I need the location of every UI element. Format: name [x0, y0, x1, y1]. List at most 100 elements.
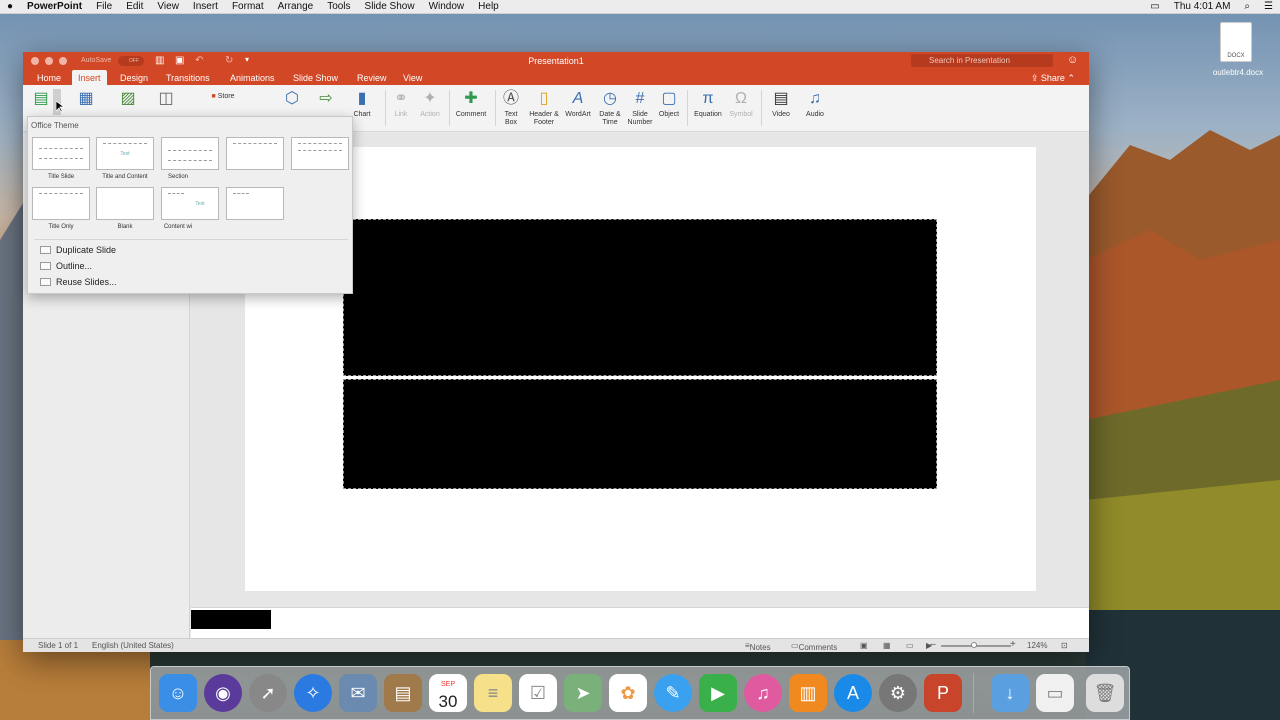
text-box-button[interactable]: Ⓐ Text Box	[499, 89, 523, 127]
zoom-slider-thumb[interactable]	[971, 642, 977, 648]
ribbon-separator	[385, 90, 386, 126]
layout-title-slide[interactable]	[32, 137, 90, 170]
symbol-button[interactable]: Ω Symbol	[727, 89, 755, 119]
system-preferences-icon[interactable]: ⚙	[879, 674, 917, 712]
messages-icon[interactable]: ✎	[654, 674, 692, 712]
desktop-file-label[interactable]: outlebtr4.docx	[1198, 68, 1278, 77]
menu-window[interactable]: Window	[429, 1, 465, 12]
tab-slide-show[interactable]: Slide Show	[293, 73, 338, 83]
desktop-file-icon[interactable]: DOCX	[1220, 22, 1252, 62]
app-store-icon[interactable]: A	[834, 674, 872, 712]
shapes-button[interactable]: ⬡	[279, 89, 305, 111]
menu-file[interactable]: File	[96, 1, 112, 12]
reuse-slides-item[interactable]: Reuse Slides...	[40, 277, 117, 287]
siri-icon[interactable]: ◉	[204, 674, 242, 712]
downloads-folder-icon[interactable]: ↓	[991, 674, 1029, 712]
audio-button[interactable]: ♫ Audio	[801, 89, 829, 119]
menu-format[interactable]: Format	[232, 1, 264, 12]
reminders-icon[interactable]: ☑	[519, 674, 557, 712]
tab-animations[interactable]: Animations	[230, 73, 275, 83]
fit-to-window-icon[interactable]: ⊡	[1061, 641, 1068, 650]
contacts-icon[interactable]: ▤	[384, 674, 422, 712]
comment-button[interactable]: ✚ Comment	[453, 89, 489, 119]
smartart-button[interactable]: ⇨	[313, 89, 339, 111]
comments-toggle[interactable]: ▭ Comments	[791, 641, 837, 652]
new-slide-button[interactable]: ▤	[29, 89, 53, 111]
finder-icon[interactable]: ☺	[159, 674, 197, 712]
tab-design[interactable]: Design	[120, 73, 148, 83]
notes-app-icon[interactable]: ≡	[474, 674, 512, 712]
tab-home[interactable]: Home	[37, 73, 61, 83]
tab-insert[interactable]: Insert	[72, 70, 107, 85]
layout-title-only[interactable]	[32, 187, 90, 220]
pictures-button[interactable]: ▨	[115, 89, 141, 111]
notes-pane[interactable]	[191, 607, 1089, 638]
menu-arrange[interactable]: Arrange	[278, 1, 314, 12]
calendar-icon[interactable]: SEP 30	[429, 674, 467, 712]
date-time-button[interactable]: ◷ Date & Time	[595, 89, 625, 127]
trash-icon[interactable]: 🗑	[1086, 674, 1124, 712]
apple-menu-icon[interactable]: ●	[7, 1, 13, 12]
language[interactable]: English (United States)	[92, 641, 174, 650]
notes-toggle[interactable]: ≡ Notes	[745, 641, 771, 652]
display-icon[interactable]: ▭	[1150, 1, 1159, 12]
app-menu[interactable]: PowerPoint	[27, 1, 82, 12]
layout-picture-with-caption[interactable]	[226, 187, 284, 220]
header-footer-button[interactable]: ▯ Header & Footer	[526, 89, 562, 127]
equation-button[interactable]: π Equation	[691, 89, 725, 119]
menu-slide-show[interactable]: Slide Show	[365, 1, 415, 12]
action-button[interactable]: ✦ Action	[417, 89, 443, 119]
layout-section-header[interactable]	[161, 137, 219, 170]
tab-review[interactable]: Review	[357, 73, 387, 83]
menu-view[interactable]: View	[157, 1, 179, 12]
maps-icon[interactable]: ➤	[564, 674, 602, 712]
chart-button[interactable]: ▮ Chart	[349, 89, 375, 119]
zoom-out-button[interactable]: –	[930, 639, 936, 650]
slide-sorter-icon[interactable]: ▦	[883, 641, 891, 650]
layout-title-and-content[interactable]: Text	[96, 137, 154, 170]
mail-icon[interactable]: ✉	[339, 674, 377, 712]
video-button[interactable]: ▤ Video	[767, 89, 795, 119]
ibooks-icon[interactable]: ▥	[789, 674, 827, 712]
reuse-slides-icon	[40, 278, 51, 286]
clock[interactable]: Thu 4:01 AM	[1174, 1, 1231, 12]
zoom-in-button[interactable]: +	[1010, 639, 1016, 650]
subtitle-placeholder[interactable]	[343, 379, 937, 489]
slide-number-button[interactable]: # Slide Number	[625, 89, 655, 127]
slide-canvas[interactable]	[245, 147, 1036, 591]
zoom-level[interactable]: 124%	[1027, 641, 1047, 650]
link-button[interactable]: ⚭ Link	[389, 89, 413, 119]
store-button[interactable]: ■ Store	[203, 93, 243, 101]
photos-icon[interactable]: ✿	[609, 674, 647, 712]
launchpad-icon[interactable]: ➚	[249, 674, 287, 712]
layout-blank[interactable]	[96, 187, 154, 220]
menu-tools[interactable]: Tools	[327, 1, 350, 12]
object-button[interactable]: ▢ Object	[655, 89, 683, 119]
layout-comparison[interactable]	[291, 137, 349, 170]
screenshot-button[interactable]: ◫	[153, 89, 179, 111]
recent-document-icon[interactable]: ▭	[1036, 674, 1074, 712]
spotlight-icon[interactable]: ⌕	[1244, 1, 1250, 12]
title-placeholder[interactable]	[343, 219, 937, 376]
safari-icon[interactable]: ✧	[294, 674, 332, 712]
reading-view-icon[interactable]: ▭	[906, 641, 914, 650]
smiley-feedback-icon[interactable]: ☺	[1067, 54, 1078, 66]
normal-view-icon[interactable]: ▣	[860, 641, 868, 650]
search-input[interactable]: Search in Presentation	[911, 54, 1053, 67]
menu-edit[interactable]: Edit	[126, 1, 143, 12]
table-button[interactable]: ▦	[73, 89, 99, 111]
wordart-button[interactable]: A WordArt	[563, 89, 593, 119]
layout-content-with-caption[interactable]: Text	[161, 187, 219, 220]
menu-insert[interactable]: Insert	[193, 1, 218, 12]
tab-view[interactable]: View	[403, 73, 422, 83]
itunes-icon[interactable]: ♫	[744, 674, 782, 712]
notification-center-icon[interactable]: ☰	[1264, 1, 1273, 12]
facetime-icon[interactable]: ▶	[699, 674, 737, 712]
layout-two-content[interactable]	[226, 137, 284, 170]
powerpoint-icon[interactable]: P	[924, 674, 962, 712]
duplicate-slide-item[interactable]: Duplicate Slide	[40, 245, 116, 255]
tab-transitions[interactable]: Transitions	[166, 73, 210, 83]
menu-help[interactable]: Help	[478, 1, 499, 12]
share-button[interactable]: ⇪ Share ⌃	[1031, 73, 1075, 84]
outline-item[interactable]: Outline...	[40, 261, 92, 271]
